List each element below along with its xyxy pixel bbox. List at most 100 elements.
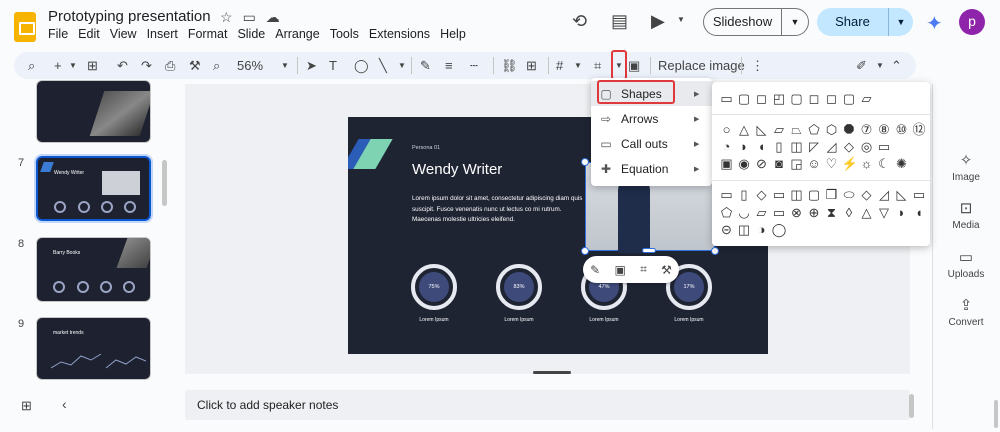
shape-option[interactable]: ◗ [737, 139, 752, 154]
menu-item-arrows[interactable]: ⇨ Arrows ▶ [591, 106, 712, 131]
resize-handle[interactable] [581, 158, 589, 166]
shape-option[interactable]: ◲ [789, 156, 804, 171]
slide-thumbnail-8[interactable]: Barry Books [36, 237, 151, 302]
menu-view[interactable]: View [110, 27, 137, 41]
shape-option[interactable]: ⊗ [789, 205, 804, 220]
notes-scrollbar[interactable] [909, 394, 914, 418]
shape-option[interactable]: ⬠ [807, 122, 822, 137]
shape-option[interactable]: ▱ [859, 91, 874, 106]
shape-option[interactable]: ◻ [807, 91, 822, 106]
shape-option[interactable]: ▽ [877, 205, 892, 220]
shape-option[interactable]: ▢ [842, 91, 857, 106]
pen-dropdown-icon[interactable]: ▼ [876, 56, 884, 76]
shape-option[interactable]: ▭ [772, 205, 787, 220]
avatar[interactable]: p [959, 9, 985, 35]
shape-option[interactable]: ▭ [719, 187, 734, 202]
resize-handle[interactable] [642, 248, 656, 253]
shape-option[interactable]: ◺ [894, 187, 909, 202]
menu-format[interactable]: Format [188, 27, 228, 41]
stat-donut[interactable]: 75% [411, 264, 457, 310]
new-slide-icon[interactable]: + [54, 56, 62, 76]
menu-item-equation[interactable]: ✚ Equation ▶ [591, 156, 712, 181]
shape-option[interactable]: ▢ [789, 91, 804, 106]
shape-option[interactable]: ◗ [894, 205, 909, 220]
shape-option[interactable]: ◖ [912, 205, 927, 220]
menu-arrange[interactable]: Arrange [275, 27, 319, 41]
shape-option[interactable]: △ [859, 205, 874, 220]
shape-option[interactable]: ◊ [842, 205, 857, 220]
menu-item-callouts[interactable]: ▭ Call outs ▶ [591, 131, 712, 156]
shape-option[interactable]: ◸ [807, 139, 822, 154]
shape-option[interactable]: ◯ [772, 222, 787, 237]
new-slide-layout-icon[interactable]: ⊞ [87, 56, 98, 76]
shape-option[interactable]: ⏢ [789, 122, 804, 137]
meet-dropdown-icon[interactable]: ▼ [677, 15, 685, 24]
shape-option[interactable]: ⚡ [842, 156, 858, 171]
shape-option[interactable]: ▭ [877, 139, 892, 154]
shape-option[interactable]: ☼ [859, 156, 874, 171]
paint-format-quick-icon[interactable]: ⚒ [661, 263, 672, 277]
persona-label[interactable]: Persona 01 [412, 145, 440, 151]
edit-image-icon[interactable]: ✎ [590, 263, 600, 277]
print-icon[interactable]: ⎙ [165, 56, 175, 76]
shape-option[interactable]: ◡ [737, 205, 752, 220]
shape-option[interactable]: ▯ [772, 139, 787, 154]
shape-option[interactable]: ◔ [719, 139, 734, 154]
crop-icon[interactable]: ⌗ [594, 56, 601, 76]
zoom-icon[interactable]: ⌕ [213, 56, 220, 76]
page-scrollbar[interactable] [994, 400, 998, 428]
shape-option[interactable]: ◰ [772, 91, 787, 106]
side-panel-uploads[interactable]: ▭ Uploads [940, 249, 992, 280]
shape-option[interactable]: ◻ [824, 91, 839, 106]
pen-tool-icon[interactable]: ✐ [856, 56, 867, 76]
shape-option[interactable]: ◇ [754, 187, 769, 202]
shape-option[interactable]: ⑩ [894, 122, 909, 137]
shape-option[interactable]: ◫ [737, 222, 752, 237]
stat-donut[interactable]: 83% [496, 264, 542, 310]
slide-thumbnail-7[interactable]: Wendy Writer [34, 154, 153, 223]
shape-option[interactable]: ✺ [894, 156, 909, 171]
share-dropdown-icon[interactable]: ▼ [889, 17, 913, 27]
menu-slide[interactable]: Slide [237, 27, 265, 41]
share-button[interactable]: Share ▼ [817, 8, 913, 36]
menu-insert[interactable]: Insert [147, 27, 178, 41]
shape-option[interactable]: ▢ [737, 91, 752, 106]
line-tool-icon[interactable]: ╲ [379, 56, 387, 76]
shape-option[interactable]: ☾ [877, 156, 892, 171]
shape-option[interactable]: △ [737, 122, 752, 137]
text-box-icon[interactable]: T [329, 56, 337, 76]
shape-option[interactable]: ◙ [772, 156, 787, 171]
shape-option[interactable]: ◉ [737, 156, 752, 171]
collapse-toolbar-icon[interactable]: ⌃ [891, 56, 902, 76]
shape-option[interactable]: ◫ [789, 139, 804, 154]
zoom-dropdown-icon[interactable]: ▼ [281, 56, 289, 76]
resize-handle[interactable] [581, 247, 589, 255]
shape-option[interactable]: ◺ [754, 122, 769, 137]
shape-option[interactable]: ▱ [772, 122, 787, 137]
shape-option[interactable]: ◑ [754, 222, 769, 237]
search-icon[interactable]: ⌕ [28, 56, 35, 76]
undo-icon[interactable]: ↶ [117, 56, 128, 76]
shape-option[interactable]: ⊕ [807, 205, 822, 220]
replace-image-button[interactable]: Replace image [658, 56, 745, 76]
meet-icon[interactable]: ▶ [651, 11, 665, 32]
new-slide-dropdown-icon[interactable]: ▼ [69, 56, 77, 76]
slideshow-dropdown-icon[interactable]: ▼ [782, 17, 808, 27]
shape-option[interactable]: ▱ [754, 205, 769, 220]
side-panel-media[interactable]: ⊡ Media [940, 200, 992, 231]
menu-edit[interactable]: Edit [78, 27, 100, 41]
shape-option[interactable]: ⊝ [719, 222, 734, 237]
shape-option[interactable]: ◇ [842, 139, 857, 154]
shape-option[interactable]: ▭ [719, 91, 734, 106]
shape-option[interactable]: ⊘ [754, 156, 769, 171]
canvas-scrollbar[interactable] [533, 371, 571, 374]
shape-option[interactable]: ◻ [754, 91, 769, 106]
shape-option[interactable]: ⬠ [719, 205, 734, 220]
shape-option[interactable]: ○ [719, 122, 734, 137]
select-cursor-icon[interactable]: ➤ [306, 56, 317, 76]
mask-image-icon[interactable]: # [556, 56, 563, 76]
slide-thumbnail-6[interactable] [36, 80, 151, 143]
redo-icon[interactable]: ↷ [141, 56, 152, 76]
persona-name[interactable]: Wendy Writer [412, 161, 502, 178]
cloud-status-icon[interactable]: ☁ [266, 9, 280, 26]
